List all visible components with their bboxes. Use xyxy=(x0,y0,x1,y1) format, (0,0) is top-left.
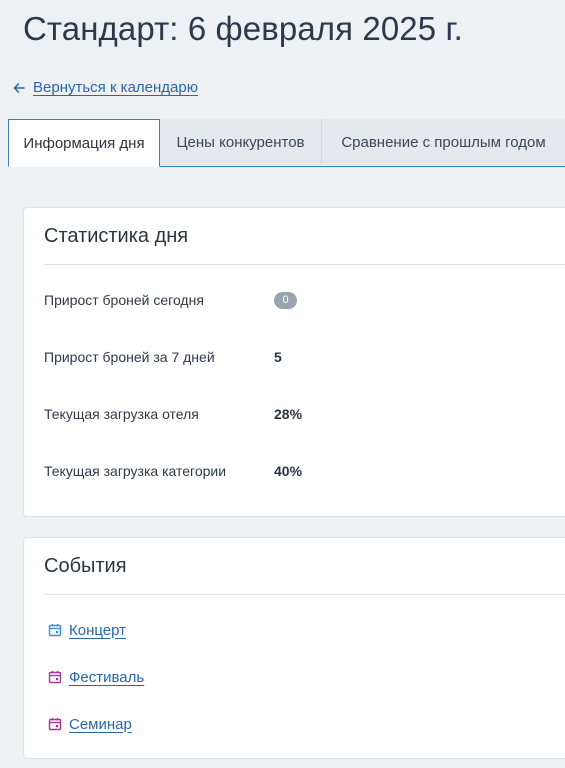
stat-value: 40% xyxy=(274,463,303,479)
stat-label: Прирост броней сегодня xyxy=(44,292,204,308)
tab-last-year-comparison[interactable]: Сравнение с прошлым годом xyxy=(322,119,565,165)
stat-label: Текущая загрузка отеля xyxy=(44,406,199,422)
calendar-icon xyxy=(48,717,62,731)
events-card: События Концерт Фестиваль Семинар xyxy=(23,537,565,759)
stat-label: Текущая загрузка категории xyxy=(44,463,227,479)
event-item-concert[interactable]: Концерт xyxy=(48,619,126,641)
stat-row-bookings-today: Прирост броней сегодня 0 xyxy=(44,289,562,311)
calendar-icon xyxy=(48,623,62,637)
event-label: Фестиваль xyxy=(69,668,145,686)
day-stats-title: Статистика дня xyxy=(44,225,189,247)
stat-label: Прирост броней за 7 дней xyxy=(44,349,215,365)
divider xyxy=(44,264,565,265)
stat-value: 28% xyxy=(274,406,303,422)
tab-bar: Информация дня Цены конкурентов Сравнени… xyxy=(8,119,565,167)
divider xyxy=(44,594,565,595)
bookings-today-badge: 0 xyxy=(274,291,297,309)
event-label: Концерт xyxy=(69,621,127,639)
page-title: Стандарт: 6 февраля 2025 г. xyxy=(23,10,463,47)
back-to-calendar-link[interactable]: Вернуться к календарю xyxy=(12,79,198,96)
day-stats-card: Статистика дня Прирост броней сегодня 0 … xyxy=(23,207,565,517)
events-title: События xyxy=(44,555,127,577)
event-item-seminar[interactable]: Семинар xyxy=(48,713,132,735)
back-link-label: Вернуться к календарю xyxy=(33,79,198,96)
calendar-icon xyxy=(48,670,62,684)
event-label: Семинар xyxy=(69,715,132,733)
arrow-left-icon xyxy=(12,81,26,95)
stat-row-bookings-7-days: Прирост броней за 7 дней 5 xyxy=(44,346,562,368)
tab-competitor-prices[interactable]: Цены конкурентов xyxy=(160,119,322,165)
stat-row-hotel-occupancy: Текущая загрузка отеля 28% xyxy=(44,403,562,425)
stat-row-category-occupancy: Текущая загрузка категории 40% xyxy=(44,460,562,482)
stat-value: 5 xyxy=(274,349,282,365)
event-item-festival[interactable]: Фестиваль xyxy=(48,666,144,688)
tab-day-info[interactable]: Информация дня xyxy=(8,119,160,167)
